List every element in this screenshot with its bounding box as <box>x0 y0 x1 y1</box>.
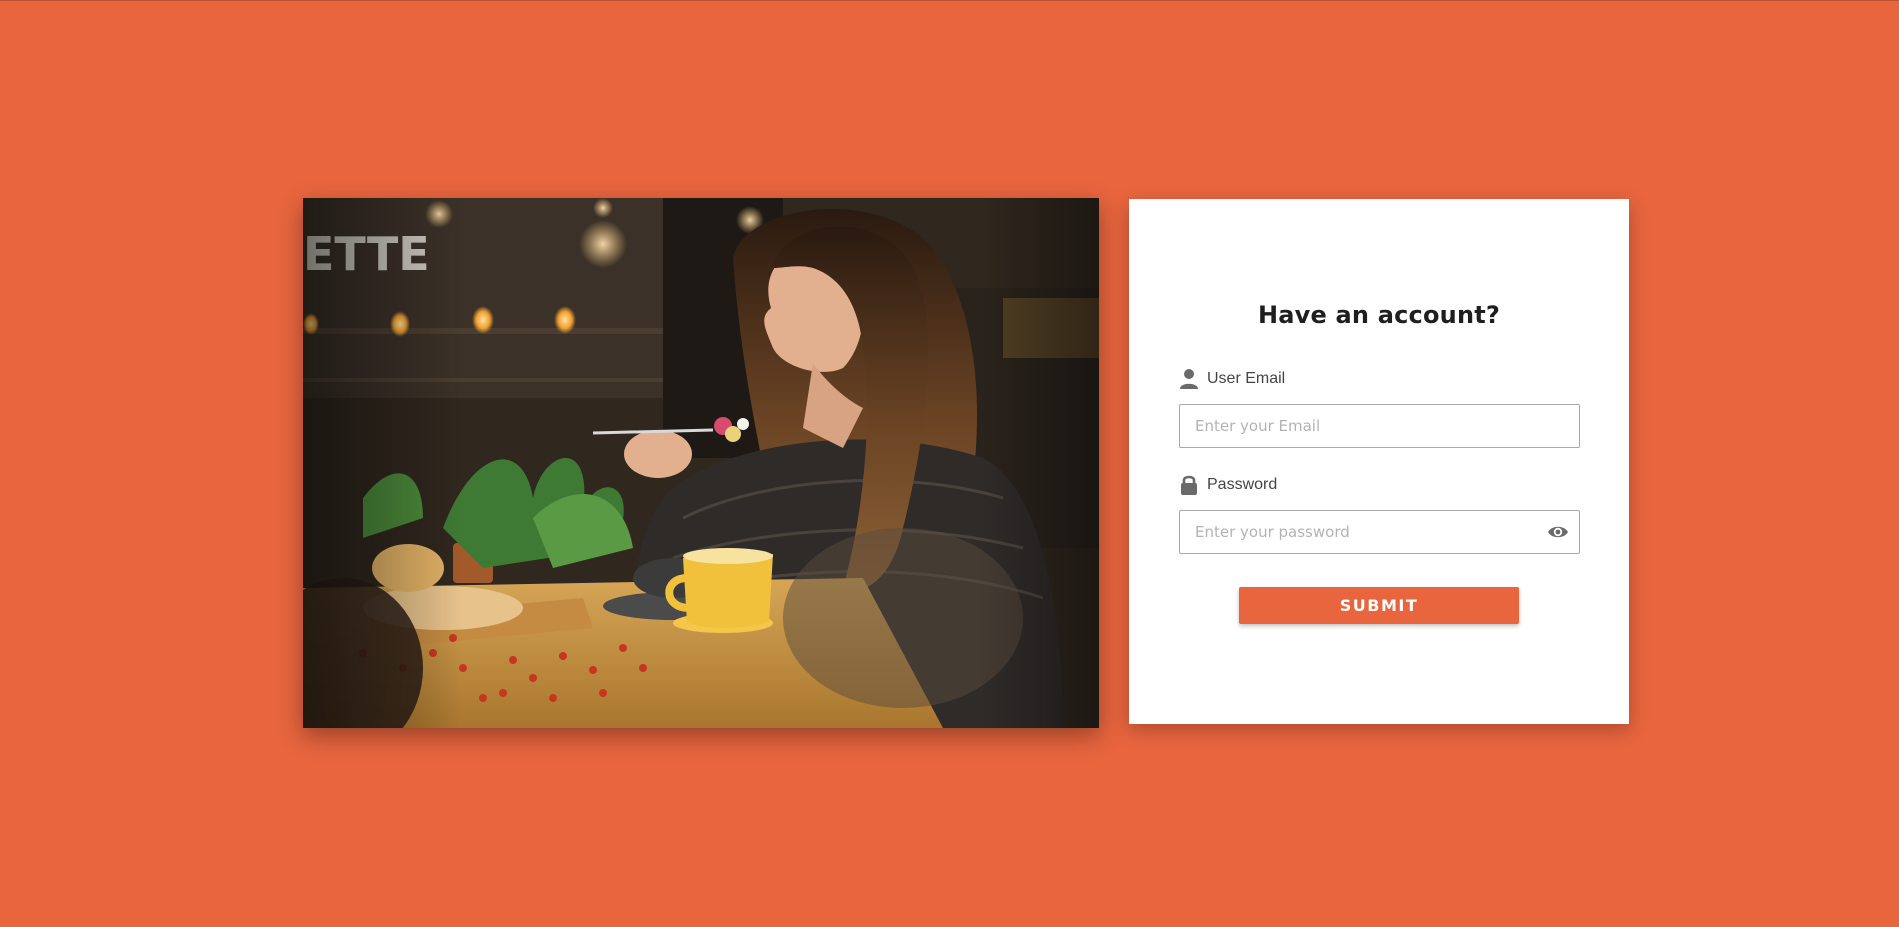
password-label-row: Password <box>1179 473 1277 497</box>
login-title: Have an account? <box>1257 301 1501 329</box>
password-label: Password <box>1207 476 1278 493</box>
email-label-row: User Email <box>1179 367 1285 391</box>
top-edge-line <box>0 0 1899 1</box>
submit-button[interactable]: SUBMIT <box>1239 587 1519 624</box>
password-field-wrapper <box>1179 510 1580 554</box>
email-input[interactable] <box>1180 405 1579 447</box>
email-field-wrapper <box>1179 404 1580 448</box>
email-label: User Email <box>1207 370 1286 387</box>
eye-icon[interactable] <box>1547 523 1569 541</box>
password-input[interactable] <box>1180 511 1579 553</box>
login-card: Have an account? User Email Password <box>1129 199 1629 724</box>
hero-photo-illustration: ETTE <box>303 198 1099 728</box>
lock-icon <box>1179 474 1199 496</box>
hero-photo: ETTE <box>303 198 1099 728</box>
user-icon <box>1179 368 1199 390</box>
